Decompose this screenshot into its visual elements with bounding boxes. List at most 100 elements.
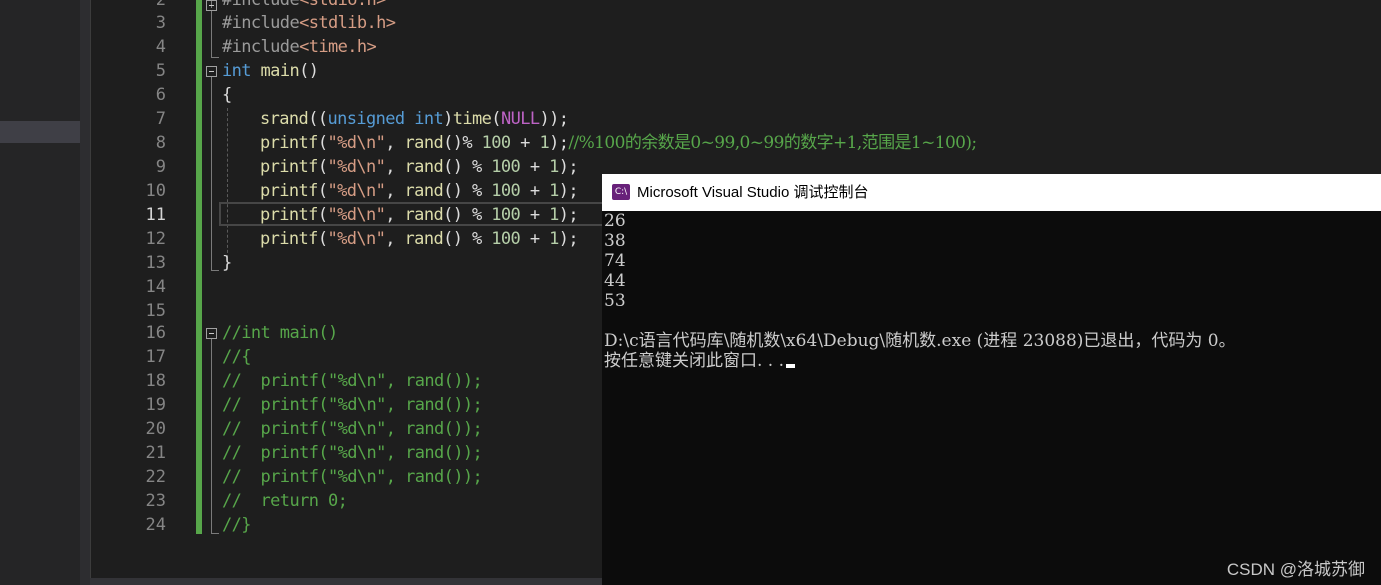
code-line-8: printf("%d\n", rand()% 100 + 1);//%100的余… — [260, 131, 977, 155]
code-line-6: { — [222, 83, 232, 107]
line-number: 8 — [155, 133, 166, 153]
number-literal: 100 — [491, 181, 521, 201]
debug-console-window[interactable]: C:\ Microsoft Visual Studio 调试控制台 26 38 … — [602, 174, 1381, 585]
punctuation: () % — [443, 229, 492, 249]
line-number: 4 — [155, 37, 166, 57]
punctuation: , — [385, 229, 405, 249]
output-prompt-line: 按任意键关闭此窗口. . . — [604, 351, 1236, 371]
horizontal-scrollbar[interactable] — [90, 578, 610, 585]
punctuation: + — [520, 157, 550, 177]
punctuation: )); — [539, 109, 569, 129]
collapse-box-icon[interactable] — [206, 0, 217, 11]
number-literal: 100 — [491, 157, 521, 177]
line-number: 17 — [145, 347, 166, 367]
number-literal: 1 — [539, 133, 550, 153]
output-line: 26 — [604, 211, 626, 231]
string-literal: "%d\n" — [327, 181, 386, 201]
include-path: <time.h> — [299, 37, 377, 57]
line-number: 23 — [145, 491, 166, 511]
panel-splitter[interactable] — [80, 0, 90, 585]
punctuation: , — [385, 133, 405, 153]
function-name: time — [452, 109, 492, 129]
code-line-5: int main() — [222, 59, 319, 83]
code-line-23: // return 0; — [222, 491, 348, 511]
punctuation: + — [510, 133, 540, 153]
number-literal: 100 — [481, 133, 512, 153]
code-line-7: srand((unsigned int)time(NULL)); — [260, 107, 569, 131]
punctuation: ( — [317, 205, 328, 225]
function-name: rand — [404, 133, 444, 153]
console-title: Microsoft Visual Studio 调试控制台 — [637, 184, 869, 201]
punctuation: ()% — [443, 133, 482, 153]
function-name: rand — [404, 205, 444, 225]
collapse-box-icon[interactable] — [206, 66, 217, 77]
string-literal: "%d\n" — [327, 205, 386, 225]
selected-tree-item[interactable] — [0, 121, 80, 143]
include-path: <stdio.h> — [299, 0, 386, 10]
punctuation: ) — [443, 109, 453, 129]
punctuation: ); — [549, 133, 569, 153]
outline-end — [211, 270, 219, 271]
punctuation: () % — [443, 181, 492, 201]
punctuation: + — [520, 181, 550, 201]
number-literal: 1 — [549, 157, 559, 177]
include-path: <stdlib.h> — [299, 13, 396, 33]
punctuation: ); — [558, 181, 579, 201]
function-name: printf — [260, 205, 318, 225]
vs-console-icon: C:\ — [612, 184, 630, 200]
outline-line — [211, 77, 212, 270]
code-line-24: //} — [222, 515, 252, 535]
change-tracking-bar — [196, 0, 202, 534]
function-name: printf — [260, 181, 318, 201]
output-line: 38 — [604, 231, 626, 251]
preprocessor: #include — [222, 13, 300, 33]
punctuation: ( — [317, 181, 328, 201]
outline-end — [211, 533, 219, 534]
collapse-box-icon[interactable] — [206, 328, 217, 339]
keyword: unsigned — [327, 109, 405, 129]
brace: } — [222, 253, 232, 273]
punctuation: () — [299, 61, 319, 81]
line-number: 15 — [145, 301, 166, 321]
code-line-9: printf("%d\n", rand() % 100 + 1); — [260, 155, 579, 179]
code-line-10: printf("%d\n", rand() % 100 + 1); — [260, 179, 579, 203]
line-number-active: 11 — [145, 205, 166, 225]
code-line-20: // printf("%d\n", rand()); — [222, 419, 483, 439]
output-line: D:\c语言代码库\随机数\x64\Debug\随机数.exe (进程 2308… — [604, 331, 1236, 351]
console-output[interactable]: 26 38 74 44 53 D:\c语言代码库\随机数\x64\Debug\随… — [604, 211, 1236, 371]
punctuation: + — [520, 205, 550, 225]
console-titlebar[interactable]: C:\ Microsoft Visual Studio 调试控制台 — [602, 174, 1381, 211]
line-number: 12 — [145, 229, 166, 249]
line-number: 7 — [155, 109, 166, 129]
punctuation: ); — [558, 157, 579, 177]
punctuation: , — [385, 157, 405, 177]
line-number: 9 — [155, 157, 166, 177]
line-number: 16 — [145, 323, 166, 343]
function-name: rand — [404, 229, 444, 249]
string-literal: "%d\n" — [327, 133, 386, 153]
outline-line — [211, 339, 212, 533]
output-line: 53 — [604, 291, 626, 311]
punctuation: ( — [317, 133, 328, 153]
prompt-text: 按任意键关闭此窗口. . . — [604, 351, 785, 371]
outline-end — [211, 57, 219, 58]
punctuation: () % — [443, 205, 492, 225]
glyph-margin — [90, 0, 117, 585]
output-line: 44 — [604, 271, 626, 291]
function-name: srand — [260, 109, 309, 129]
code-line-17: //{ — [222, 347, 252, 367]
function-name: printf — [260, 133, 318, 153]
code-line-3: #include<stdlib.h> — [222, 11, 396, 35]
function-name: rand — [404, 181, 444, 201]
keyword: int — [222, 61, 252, 81]
number-literal: 1 — [549, 181, 559, 201]
number-literal: 1 — [549, 229, 559, 249]
output-line: 74 — [604, 251, 626, 271]
string-literal: "%d\n" — [327, 157, 386, 177]
punctuation: , — [385, 205, 405, 225]
keyword: int — [414, 109, 444, 129]
punctuation: ( — [491, 109, 501, 129]
code-line-4: #include<time.h> — [222, 35, 377, 59]
string-literal: "%d\n" — [327, 229, 386, 249]
code-line-19: // printf("%d\n", rand()); — [222, 395, 483, 415]
